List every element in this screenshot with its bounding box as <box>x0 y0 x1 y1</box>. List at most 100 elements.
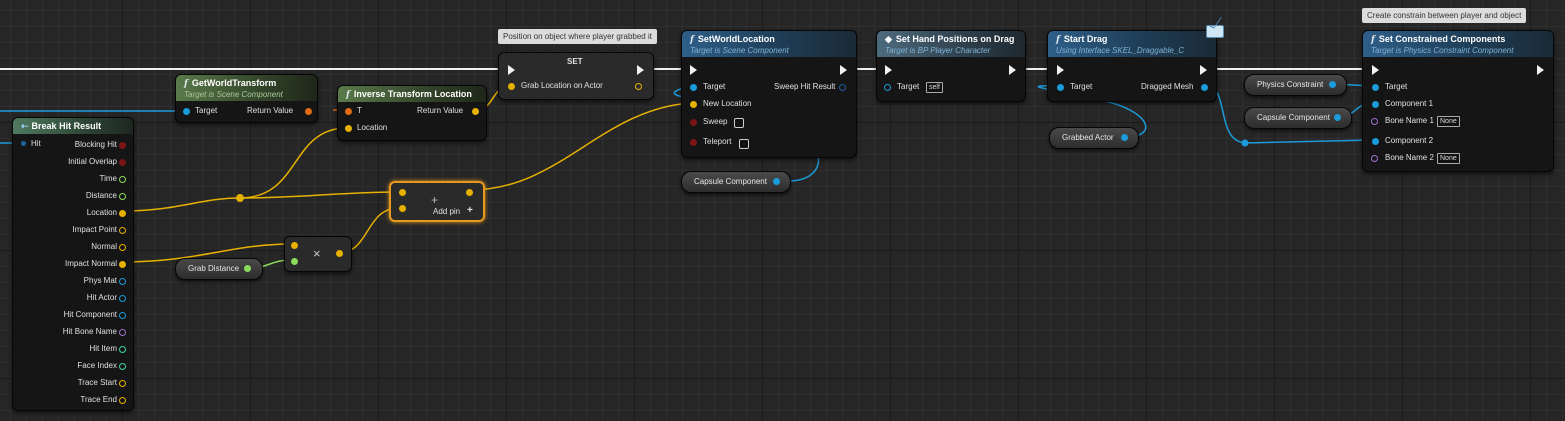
bhr-output-label: Impact Point <box>72 225 117 234</box>
set-constrained-components-node[interactable]: f Set Constrained Components Target is Ph… <box>1362 30 1554 172</box>
shp-self-value[interactable]: self <box>926 82 943 93</box>
set-exec-in[interactable] <box>508 65 515 75</box>
set-output-pin[interactable] <box>635 83 642 90</box>
gwt-target-pin[interactable] <box>183 108 190 115</box>
multiply-node[interactable]: × <box>284 236 352 272</box>
bhr-output-pin[interactable] <box>119 193 126 200</box>
bhr-output-pin[interactable] <box>119 227 126 234</box>
itl-t-pin[interactable] <box>345 108 352 115</box>
gwt-return-pin[interactable] <box>305 108 312 115</box>
set-world-location-node[interactable]: f SetWorldLocation Target is Scene Compon… <box>681 30 857 158</box>
bhr-output-pin[interactable] <box>119 159 126 166</box>
add-input-a-pin[interactable] <box>399 189 406 196</box>
get-world-transform-node[interactable]: f GetWorldTransform Target is Scene Compo… <box>175 74 318 123</box>
get-world-transform-header[interactable]: f GetWorldTransform Target is Scene Compo… <box>176 75 317 101</box>
sd-exec-out[interactable] <box>1200 65 1207 75</box>
add-input-b-pin[interactable] <box>399 205 406 212</box>
scc-component2-pin[interactable] <box>1372 138 1379 145</box>
grabbed-actor-pin[interactable] <box>1121 134 1128 141</box>
scc-exec-out[interactable] <box>1537 65 1544 75</box>
physics-constraint-label: Physics Constraint <box>1257 80 1324 89</box>
break-hit-result-node[interactable]: ⇠ Break Hit Result Hit Blocking Hit Initia… <box>12 117 134 411</box>
itl-location-pin[interactable] <box>345 125 352 132</box>
set-hand-positions-header[interactable]: ◆ Set Hand Positions on Drag Target is BP… <box>877 31 1025 57</box>
swl-new-location-pin[interactable] <box>690 101 697 108</box>
set-exec-out[interactable] <box>637 65 644 75</box>
grab-distance-label: Grab Distance <box>188 264 240 273</box>
scc-bone2-pin[interactable] <box>1371 155 1378 162</box>
shp-exec-out[interactable] <box>1009 65 1016 75</box>
scc-bone1-value[interactable]: None <box>1437 116 1460 127</box>
swl-teleport-pin[interactable] <box>690 139 697 146</box>
swl-teleport-label: Teleport <box>703 137 732 146</box>
bhr-output-pin[interactable] <box>119 244 126 251</box>
bhr-output-pin[interactable] <box>119 363 126 370</box>
multiply-output-pin[interactable] <box>336 250 343 257</box>
add-pin-icon[interactable]: + <box>467 205 473 216</box>
shp-target-pin[interactable] <box>884 84 891 91</box>
physics-constraint-pin[interactable] <box>1329 81 1336 88</box>
bhr-output-label: Initial Overlap <box>68 157 117 166</box>
bhr-output-pin[interactable] <box>119 278 126 285</box>
capsule-component-variable-2[interactable]: Capsule Component <box>1244 107 1352 129</box>
start-drag-header[interactable]: f Start Drag Using Interface SKEL_Draggab… <box>1048 31 1216 57</box>
hit-input-pin[interactable] <box>21 141 26 146</box>
scc-component1-pin[interactable] <box>1372 101 1379 108</box>
inverse-transform-header[interactable]: f Inverse Transform Location <box>338 86 486 102</box>
vector-add-node[interactable]: + Add pin + <box>389 181 485 222</box>
bhr-output-pin[interactable] <box>119 346 126 353</box>
set-value-pin[interactable] <box>508 83 515 90</box>
shp-exec-in[interactable] <box>885 65 892 75</box>
event-icon: ◆ <box>885 34 892 44</box>
set-constrained-header[interactable]: f Set Constrained Components Target is Ph… <box>1363 31 1553 57</box>
swl-sweep-pin[interactable] <box>690 119 697 126</box>
bhr-output-pin[interactable] <box>119 329 126 336</box>
add-output-pin[interactable] <box>466 189 473 196</box>
break-hit-result-title: Break Hit Result <box>31 121 102 131</box>
set-grab-location-node[interactable]: SET Grab Location on Actor <box>498 52 654 100</box>
bhr-output-pin[interactable] <box>119 176 126 183</box>
capsule-component-pin-1[interactable] <box>773 178 780 185</box>
bhr-output-pin[interactable] <box>119 312 126 319</box>
add-pin-label[interactable]: Add pin <box>433 207 460 216</box>
multiply-input-b-pin[interactable] <box>291 258 298 265</box>
capsule-component-variable-1[interactable]: Capsule Component <box>681 171 791 193</box>
multiply-input-a-pin[interactable] <box>291 242 298 249</box>
grabbed-actor-variable[interactable]: Grabbed Actor <box>1049 127 1139 149</box>
inverse-transform-location-node[interactable]: f Inverse Transform Location T Location R… <box>337 85 487 141</box>
comment-grab-location[interactable]: Position on object where player grabbed … <box>498 29 657 44</box>
swl-teleport-checkbox[interactable] <box>739 139 749 149</box>
grab-distance-variable[interactable]: Grab Distance <box>175 258 263 280</box>
set-world-location-header[interactable]: f SetWorldLocation Target is Scene Compon… <box>682 31 856 57</box>
bhr-output-pin[interactable] <box>119 261 126 268</box>
scc-bone2-value[interactable]: None <box>1437 153 1460 164</box>
set-hand-positions-node[interactable]: ◆ Set Hand Positions on Drag Target is BP… <box>876 30 1026 102</box>
sd-dragged-mesh-pin[interactable] <box>1201 84 1208 91</box>
bhr-output-pin[interactable] <box>119 380 126 387</box>
grab-distance-pin[interactable] <box>244 265 251 272</box>
bhr-output-pin[interactable] <box>119 295 126 302</box>
bhr-output-label: Normal <box>91 242 117 251</box>
set-title: SET <box>567 57 583 66</box>
swl-exec-out[interactable] <box>840 65 847 75</box>
start-drag-node[interactable]: f Start Drag Using Interface SKEL_Draggab… <box>1047 30 1217 102</box>
function-icon: f <box>1371 35 1375 45</box>
itl-return-pin[interactable] <box>472 108 479 115</box>
scc-title: Set Constrained Components <box>1378 34 1506 44</box>
swl-sweep-hit-pin[interactable] <box>839 84 846 91</box>
sd-target-pin[interactable] <box>1057 84 1064 91</box>
sd-exec-in[interactable] <box>1057 65 1064 75</box>
swl-target-pin[interactable] <box>690 84 697 91</box>
scc-exec-in[interactable] <box>1372 65 1379 75</box>
capsule-component-pin-2[interactable] <box>1334 114 1341 121</box>
swl-exec-in[interactable] <box>690 65 697 75</box>
comment-constrain[interactable]: Create constrain between player and obje… <box>1362 8 1527 23</box>
break-hit-result-header[interactable]: ⇠ Break Hit Result <box>13 118 133 134</box>
swl-sweep-checkbox[interactable] <box>734 118 744 128</box>
physics-constraint-variable[interactable]: Physics Constraint <box>1244 74 1347 96</box>
scc-bone1-pin[interactable] <box>1371 118 1378 125</box>
bhr-output-pin[interactable] <box>119 210 126 217</box>
bhr-output-pin[interactable] <box>119 397 126 404</box>
bhr-output-pin[interactable] <box>119 142 126 149</box>
scc-target-pin[interactable] <box>1372 84 1379 91</box>
